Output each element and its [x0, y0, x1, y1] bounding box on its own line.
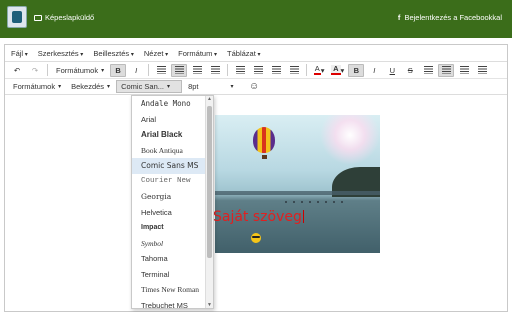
- photo-horizon: [215, 191, 380, 195]
- text-color-button[interactable]: A ▾: [311, 64, 327, 77]
- chevron-down-icon: ▾: [101, 67, 105, 74]
- strikethrough-button[interactable]: S: [402, 64, 418, 77]
- font-option-selected[interactable]: Comic Sans MS: [132, 158, 213, 174]
- scroll-down-icon[interactable]: ▼: [206, 302, 213, 308]
- paragraph-dropdown[interactable]: Bekezdés ▾: [67, 80, 114, 93]
- font-option[interactable]: Symbol: [132, 236, 213, 252]
- caption-text[interactable]: Saját szöveg: [213, 209, 304, 225]
- facebook-icon: f: [397, 13, 401, 22]
- menu-view[interactable]: Nézet: [144, 49, 168, 58]
- brand-label: Képeslapküldő: [45, 13, 95, 22]
- font-family-label: Comic San...: [121, 82, 164, 91]
- italic-button[interactable]: I: [128, 64, 144, 77]
- redo-icon[interactable]: ↷: [27, 64, 43, 77]
- font-option[interactable]: Trebuchet MS: [132, 298, 213, 308]
- formats-label: Formátumok: [56, 65, 99, 75]
- outdent-icon[interactable]: [268, 64, 284, 77]
- font-option[interactable]: Andale Mono: [132, 96, 213, 112]
- text-cursor: [302, 210, 304, 223]
- editor-content[interactable]: [5, 97, 507, 311]
- bold-button[interactable]: B: [110, 63, 127, 77]
- scroll-up-icon[interactable]: ▲: [206, 96, 213, 102]
- font-option[interactable]: Arial Black: [132, 127, 213, 143]
- caption-label: Saját szöveg: [213, 209, 302, 225]
- balloon-basket: [262, 155, 267, 159]
- font-option[interactable]: Terminal: [132, 267, 213, 283]
- cool-emoji-icon: [251, 233, 261, 243]
- divider: [227, 64, 229, 76]
- chevron-down-icon: ▾: [340, 65, 345, 75]
- menu-bar: Fájl Szerkesztés Beillesztés Nézet Formá…: [5, 45, 507, 62]
- font-size-dropdown[interactable]: 8pt ▾: [184, 80, 244, 93]
- facebook-login-label: Bejelentkezés a Facebookkal: [404, 13, 502, 22]
- toolbar-secondary: Formátumok ▾ Bekezdés ▾ Comic San... ▾ 8pt ▾…: [5, 79, 507, 95]
- brand-link[interactable]: Képeslapküldő: [34, 13, 94, 22]
- text-color-icon: A: [313, 64, 321, 75]
- menu-edit[interactable]: Szerkesztés: [38, 49, 84, 58]
- align-center-icon-2[interactable]: [438, 63, 455, 77]
- text-editor: Fájl Szerkesztés Beillesztés Nézet Formá…: [4, 44, 508, 312]
- align-center-icon[interactable]: [171, 63, 188, 77]
- font-family-dropdown[interactable]: Comic San... ▾: [116, 80, 183, 93]
- menu-file[interactable]: Fájl: [11, 49, 28, 58]
- font-option[interactable]: Book Antiqua: [132, 143, 213, 159]
- font-option[interactable]: Courier New: [132, 174, 213, 190]
- top-bar: Képeslapküldő f Bejelentkezés a Facebook…: [0, 0, 512, 38]
- facebook-login-link[interactable]: f Bejelentkezés a Facebookkal: [398, 13, 502, 22]
- toolbar-primary: ↶ ↷ Formátumok ▾ B I A ▾ A ▾ B I U S: [5, 62, 507, 79]
- font-option[interactable]: Helvetica: [132, 205, 213, 221]
- chevron-down-icon: ▾: [230, 84, 234, 90]
- align-justify-icon[interactable]: [207, 64, 223, 77]
- font-option[interactable]: Georgia: [132, 189, 213, 205]
- font-option[interactable]: Times New Roman: [132, 282, 213, 298]
- balloon-photo[interactable]: [215, 115, 380, 253]
- font-family-list: Andale Mono Arial Arial Black Book Antiq…: [131, 95, 214, 309]
- paragraph-label: Bekezdés: [71, 82, 105, 91]
- indent-icon[interactable]: [286, 64, 302, 77]
- italic-button-2[interactable]: I: [366, 64, 382, 77]
- font-size-label: 8pt: [188, 82, 199, 91]
- formats-label-2: Formátumok: [13, 82, 56, 91]
- highlight-icon: A: [331, 64, 341, 75]
- menu-table[interactable]: Táblázat: [227, 49, 260, 58]
- divider: [306, 64, 308, 76]
- align-left-icon-2[interactable]: [420, 64, 436, 77]
- bullet-list-icon[interactable]: [232, 64, 248, 77]
- font-option[interactable]: Impact: [132, 220, 213, 236]
- chevron-down-icon: ▾: [107, 84, 111, 90]
- align-right-icon-2[interactable]: [456, 64, 472, 77]
- font-option[interactable]: Tahoma: [132, 251, 213, 267]
- formats-dropdown-2[interactable]: Formátumok ▾: [9, 80, 65, 93]
- divider: [47, 64, 48, 76]
- photo-boats: [285, 201, 345, 203]
- font-list-scrollbar[interactable]: ▲ ▼: [205, 96, 213, 308]
- undo-icon[interactable]: ↶: [9, 64, 25, 77]
- formats-dropdown[interactable]: Formátumok ▾: [52, 64, 108, 77]
- underline-button[interactable]: U: [384, 64, 400, 77]
- align-right-icon[interactable]: [189, 64, 205, 77]
- numbered-list-icon[interactable]: [250, 64, 266, 77]
- divider: [148, 64, 150, 76]
- align-justify-icon-2[interactable]: [474, 64, 490, 77]
- menu-insert[interactable]: Beillesztés: [93, 49, 134, 58]
- chevron-down-icon: ▾: [167, 84, 171, 90]
- hot-air-balloon: [253, 127, 275, 153]
- align-left-icon[interactable]: [153, 64, 169, 77]
- site-logo[interactable]: [7, 6, 27, 28]
- chevron-down-icon: ▾: [320, 65, 325, 75]
- menu-format[interactable]: Formátum: [178, 49, 217, 58]
- image-icon: [34, 14, 42, 21]
- highlight-color-button[interactable]: A ▾: [329, 64, 346, 77]
- emoticon-icon[interactable]: ☺: [246, 80, 262, 93]
- font-option[interactable]: Arial: [132, 112, 213, 128]
- scrollbar-thumb[interactable]: [207, 106, 212, 258]
- chevron-down-icon: ▾: [58, 84, 62, 90]
- bold-button-2[interactable]: B: [348, 63, 365, 77]
